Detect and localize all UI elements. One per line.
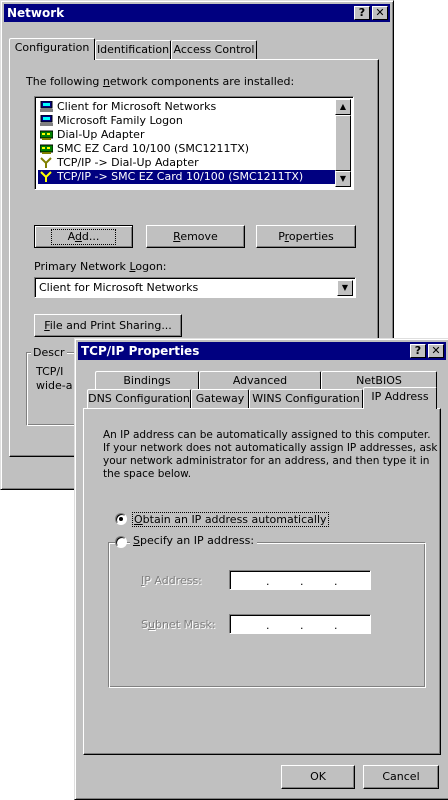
tab-dns-configuration-label: DNS Configuration	[88, 392, 190, 405]
list-item[interactable]: TCP/IP -> Dial-Up Adapter	[38, 156, 335, 170]
network-titlebar[interactable]: Network ? ✕	[4, 4, 390, 22]
components-scrollbar[interactable]: ▲ ▼	[335, 99, 351, 187]
remove-button-label: Remove	[173, 230, 218, 243]
protocol-icon	[40, 171, 52, 182]
scroll-up-arrow-icon[interactable]: ▲	[335, 99, 351, 115]
ok-button-label: OK	[310, 770, 326, 783]
ip-description-line: your network administrator for an addres…	[103, 455, 430, 467]
tab-configuration[interactable]: Configuration	[9, 38, 95, 60]
help-button[interactable]: ?	[410, 344, 426, 358]
list-item-selected[interactable]: TCP/IP -> SMC EZ Card 10/100 (SMC1211TX)	[38, 170, 335, 184]
specify-ip-radio[interactable]	[115, 536, 127, 548]
properties-button[interactable]: Properties	[256, 225, 356, 248]
tab-advanced[interactable]: Advanced	[199, 371, 321, 391]
obtain-ip-automatically-label[interactable]: Obtain an IP address automatically	[132, 512, 329, 527]
tab-identification-label: Identification	[96, 43, 170, 56]
add-button[interactable]: Add...	[34, 225, 133, 248]
primary-logon-value: Client for Microsoft Networks	[39, 281, 199, 294]
scroll-thumb[interactable]	[335, 115, 351, 171]
network-adapter-icon	[40, 144, 53, 154]
tab-ip-address[interactable]: IP Address	[363, 387, 437, 409]
tcpip-properties-window: TCP/IP Properties ? ✕ Bindings Advanced …	[74, 338, 448, 800]
tab-ip-address-label: IP Address	[371, 390, 429, 403]
primary-logon-select[interactable]: Client for Microsoft Networks ▼	[34, 277, 356, 298]
subnet-mask-label: Subnet Mask:	[141, 618, 216, 631]
ip-separator: .	[300, 619, 304, 632]
tab-gateway-label: Gateway	[195, 392, 245, 405]
ip-address-field[interactable]: . . .	[229, 570, 371, 590]
protocol-icon	[40, 157, 52, 168]
network-adapter-icon	[40, 130, 53, 140]
ip-separator: .	[334, 619, 338, 632]
ip-separator: .	[266, 619, 270, 632]
specify-ip-label[interactable]: Specify an IP address:	[130, 534, 258, 547]
list-item[interactable]: Microsoft Family Logon	[38, 114, 335, 128]
properties-button-label: Properties	[278, 230, 334, 243]
tab-advanced-label: Advanced	[232, 374, 288, 387]
tab-netbios-label: NetBIOS	[356, 374, 402, 387]
cancel-button[interactable]: Cancel	[363, 765, 439, 789]
chevron-down-icon[interactable]: ▼	[337, 280, 353, 296]
components-list[interactable]: Client for Microsoft Networks Microsoft …	[34, 96, 354, 190]
list-item-label: Microsoft Family Logon	[57, 114, 183, 127]
ip-separator: .	[300, 575, 304, 588]
list-item-label: SMC EZ Card 10/100 (SMC1211TX)	[57, 142, 250, 155]
description-line: TCP/I	[36, 365, 64, 378]
radio-selected-dot	[119, 517, 123, 521]
primary-logon-label: Primary Network Logon:	[34, 260, 167, 273]
tab-bindings-label: Bindings	[123, 374, 171, 387]
obtain-ip-automatically-radio[interactable]	[115, 513, 127, 525]
ip-address-label: IP Address:	[141, 574, 202, 587]
tab-wins-configuration-label: WINS Configuration	[252, 392, 360, 405]
scroll-down-arrow-icon[interactable]: ▼	[335, 171, 351, 187]
list-item-label: TCP/IP -> Dial-Up Adapter	[57, 156, 199, 169]
add-button-label: Add...	[50, 229, 117, 245]
list-item[interactable]: Dial-Up Adapter	[38, 128, 335, 142]
file-print-sharing-label: File and Print Sharing...	[44, 319, 172, 332]
tcpip-window-title: TCP/IP Properties	[81, 344, 200, 358]
description-group-title: Descr	[31, 346, 67, 359]
ok-button[interactable]: OK	[281, 765, 355, 789]
tab-access-control-label: Access Control	[173, 43, 255, 56]
remove-button[interactable]: Remove	[146, 225, 245, 248]
list-item[interactable]: Client for Microsoft Networks	[38, 100, 335, 114]
tab-gateway[interactable]: Gateway	[191, 389, 249, 409]
network-client-icon	[40, 115, 53, 126]
close-button[interactable]: ✕	[428, 344, 444, 358]
list-item-label: TCP/IP -> SMC EZ Card 10/100 (SMC1211TX)	[57, 170, 304, 183]
tab-wins-configuration[interactable]: WINS Configuration	[249, 389, 363, 409]
help-button[interactable]: ?	[354, 6, 370, 20]
ip-description-line: the space below.	[103, 468, 192, 480]
ip-separator: .	[334, 575, 338, 588]
tab-access-control[interactable]: Access Control	[171, 40, 257, 60]
list-item-label: Dial-Up Adapter	[57, 128, 145, 141]
ip-description-line: If your network does not automatically a…	[103, 442, 438, 454]
tab-configuration-label: Configuration	[14, 41, 90, 54]
ip-address-panel: An IP address can be automatically assig…	[83, 408, 441, 755]
network-client-icon	[40, 101, 53, 112]
ip-description-line: An IP address can be automatically assig…	[103, 429, 431, 441]
tab-identification[interactable]: Identification	[95, 40, 171, 60]
components-label: The following network components are ins…	[26, 75, 295, 88]
subnet-mask-field[interactable]: . . .	[229, 614, 371, 634]
network-window-title: Network	[7, 6, 65, 20]
tab-bindings[interactable]: Bindings	[95, 371, 199, 391]
description-line: wide-a	[36, 379, 73, 392]
tcpip-titlebar[interactable]: TCP/IP Properties ? ✕	[78, 342, 446, 360]
close-button[interactable]: ✕	[372, 6, 388, 20]
file-print-sharing-button[interactable]: File and Print Sharing...	[34, 314, 182, 337]
list-item[interactable]: SMC EZ Card 10/100 (SMC1211TX)	[38, 142, 335, 156]
tab-dns-configuration[interactable]: DNS Configuration	[87, 389, 191, 409]
cancel-button-label: Cancel	[382, 770, 420, 783]
list-item-label: Client for Microsoft Networks	[57, 100, 217, 113]
ip-separator: .	[266, 575, 270, 588]
